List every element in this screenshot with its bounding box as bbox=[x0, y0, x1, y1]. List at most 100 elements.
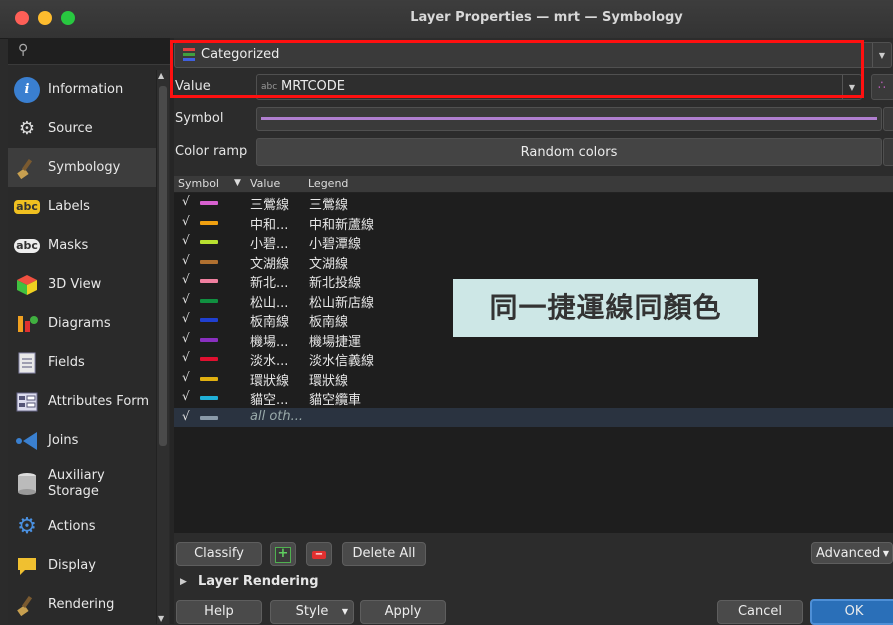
sidebar-scrollbar[interactable]: ▲ ▼ bbox=[156, 70, 169, 624]
help-button[interactable]: Help bbox=[176, 600, 262, 624]
row-checkbox[interactable]: √ bbox=[182, 194, 190, 208]
sidebar-item-labels[interactable]: abc Labels bbox=[8, 187, 156, 226]
table-row[interactable]: √ 三鶯線 三鶯線 bbox=[174, 193, 893, 213]
column-header-value[interactable]: Value bbox=[250, 177, 280, 190]
symbol-menu-button[interactable] bbox=[883, 107, 893, 131]
row-value: 貓空... bbox=[250, 393, 289, 408]
advanced-label: Advanced bbox=[816, 546, 881, 561]
symbol-swatch[interactable] bbox=[200, 337, 218, 342]
table-row[interactable]: √ 貓空... 貓空纜車 bbox=[174, 388, 893, 408]
row-value: 新北... bbox=[250, 276, 289, 291]
symbol-swatch[interactable] bbox=[200, 318, 218, 322]
table-row[interactable]: √ all oth... bbox=[174, 407, 893, 427]
symbol-swatch[interactable] bbox=[200, 357, 218, 361]
gear-icon: ⚙ bbox=[17, 514, 37, 539]
sidebar-item-masks[interactable]: abc Masks bbox=[8, 226, 156, 265]
row-value: 文湖線 bbox=[250, 256, 290, 272]
sidebar-item-label: Masks bbox=[48, 238, 89, 253]
classify-button[interactable]: Classify bbox=[176, 542, 262, 566]
color-ramp-button[interactable]: Random colors bbox=[256, 138, 882, 166]
layer-rendering-section[interactable]: Layer Rendering bbox=[198, 574, 319, 589]
row-legend[interactable]: 小碧潭線 bbox=[309, 233, 361, 252]
row-checkbox[interactable]: √ bbox=[182, 331, 190, 345]
sidebar-item-diagrams[interactable]: Diagrams bbox=[8, 304, 156, 343]
row-checkbox[interactable]: √ bbox=[182, 233, 190, 247]
row-legend[interactable]: 環狀線 bbox=[309, 370, 348, 389]
remove-category-button[interactable]: − bbox=[306, 542, 332, 566]
column-header-symbol[interactable]: Symbol bbox=[178, 177, 219, 190]
color-ramp-menu-button[interactable] bbox=[883, 138, 893, 166]
symbol-swatch[interactable] bbox=[200, 220, 218, 225]
cancel-button[interactable]: Cancel bbox=[717, 600, 803, 624]
sidebar-item-joins[interactable]: Joins bbox=[8, 421, 156, 460]
row-checkbox[interactable]: √ bbox=[182, 292, 190, 306]
row-checkbox[interactable]: √ bbox=[182, 253, 190, 267]
form-icon bbox=[14, 389, 40, 415]
row-legend[interactable]: 新北投線 bbox=[309, 272, 361, 291]
row-checkbox[interactable]: √ bbox=[182, 370, 190, 384]
table-row[interactable]: √ 文湖線 文湖線 bbox=[174, 252, 893, 272]
sidebar-item-information[interactable]: i Information bbox=[8, 70, 156, 109]
expression-icon: ∴ bbox=[878, 78, 886, 92]
table-row[interactable]: √ 淡水... 淡水信義線 bbox=[174, 349, 893, 369]
maximize-window-button[interactable] bbox=[61, 11, 75, 25]
row-legend[interactable]: 三鶯線 bbox=[309, 194, 348, 213]
symbol-button[interactable] bbox=[256, 107, 882, 131]
symbol-swatch[interactable] bbox=[200, 376, 218, 381]
row-checkbox[interactable]: √ bbox=[182, 311, 190, 325]
scrollbar-thumb[interactable] bbox=[159, 86, 167, 446]
style-button[interactable]: Style ▼ bbox=[270, 600, 354, 624]
row-checkbox[interactable]: √ bbox=[182, 214, 190, 228]
row-checkbox[interactable]: √ bbox=[182, 272, 190, 286]
row-legend[interactable]: 中和新蘆線 bbox=[309, 214, 374, 233]
sidebar-search[interactable]: ⚲ bbox=[8, 38, 170, 65]
symbol-swatch[interactable] bbox=[200, 415, 218, 420]
delete-all-button[interactable]: Delete All bbox=[342, 542, 426, 566]
table-row[interactable]: √ 中和... 中和新蘆線 bbox=[174, 213, 893, 233]
minus-icon: − bbox=[312, 550, 326, 560]
sidebar-item-display[interactable]: Display bbox=[8, 546, 156, 585]
expression-button[interactable]: ∴ bbox=[871, 74, 893, 100]
row-legend[interactable]: 板南線 bbox=[309, 311, 348, 330]
sidebar-item-3d-view[interactable]: 3D View bbox=[8, 265, 156, 304]
sidebar-item-rendering[interactable]: Rendering bbox=[8, 585, 156, 624]
scroll-down-icon[interactable]: ▼ bbox=[158, 614, 164, 623]
color-ramp-label: Color ramp bbox=[175, 144, 248, 159]
row-legend[interactable]: 機場捷運 bbox=[309, 331, 361, 350]
database-icon bbox=[14, 471, 40, 497]
symbol-swatch[interactable] bbox=[200, 240, 218, 244]
row-legend[interactable]: 淡水信義線 bbox=[309, 350, 374, 369]
sidebar-item-attributes-form[interactable]: Attributes Form bbox=[8, 382, 156, 421]
column-header-legend[interactable]: Legend bbox=[308, 177, 348, 190]
apply-button[interactable]: Apply bbox=[360, 600, 446, 624]
advanced-button[interactable]: Advanced ▼ bbox=[811, 542, 893, 564]
sidebar-item-label-line2: Storage bbox=[48, 483, 99, 499]
table-header: Symbol ▼ Value Legend bbox=[174, 176, 893, 193]
sidebar-item-actions[interactable]: ⚙ Actions bbox=[8, 507, 156, 546]
expand-arrow-icon[interactable]: ▶ bbox=[180, 577, 187, 587]
symbol-swatch[interactable] bbox=[200, 201, 218, 205]
sidebar-item-fields[interactable]: Fields bbox=[8, 343, 156, 382]
symbol-swatch[interactable] bbox=[200, 396, 218, 400]
row-legend[interactable]: 貓空纜車 bbox=[309, 389, 361, 408]
table-row[interactable]: √ 環狀線 環狀線 bbox=[174, 369, 893, 389]
categories-table[interactable]: Symbol ▼ Value Legend √ 三鶯線 三鶯線 √ 中和... 中和新蘆線… bbox=[174, 176, 893, 533]
ok-button[interactable]: OK bbox=[810, 599, 893, 625]
row-checkbox[interactable]: √ bbox=[182, 350, 190, 364]
row-legend[interactable]: 文湖線 bbox=[309, 253, 348, 272]
sidebar-item-symbology[interactable]: Symbology bbox=[8, 148, 156, 187]
symbol-swatch[interactable] bbox=[200, 279, 218, 283]
symbol-swatch[interactable] bbox=[200, 298, 218, 303]
add-category-button[interactable]: + bbox=[270, 542, 296, 566]
scroll-up-icon[interactable]: ▲ bbox=[158, 71, 164, 80]
table-row[interactable]: √ 小碧... 小碧潭線 bbox=[174, 232, 893, 252]
row-legend[interactable]: 松山新店線 bbox=[309, 292, 374, 311]
row-checkbox[interactable]: √ bbox=[182, 409, 190, 423]
close-window-button[interactable] bbox=[15, 11, 29, 25]
sidebar-item-auxiliary-storage[interactable]: Auxiliary Storage bbox=[8, 460, 156, 507]
row-checkbox[interactable]: √ bbox=[182, 389, 190, 403]
sidebar-item-source[interactable]: ⚙ Source bbox=[8, 109, 156, 148]
minimize-window-button[interactable] bbox=[38, 11, 52, 25]
symbol-swatch[interactable] bbox=[200, 259, 218, 264]
style-label: Style bbox=[295, 604, 329, 619]
